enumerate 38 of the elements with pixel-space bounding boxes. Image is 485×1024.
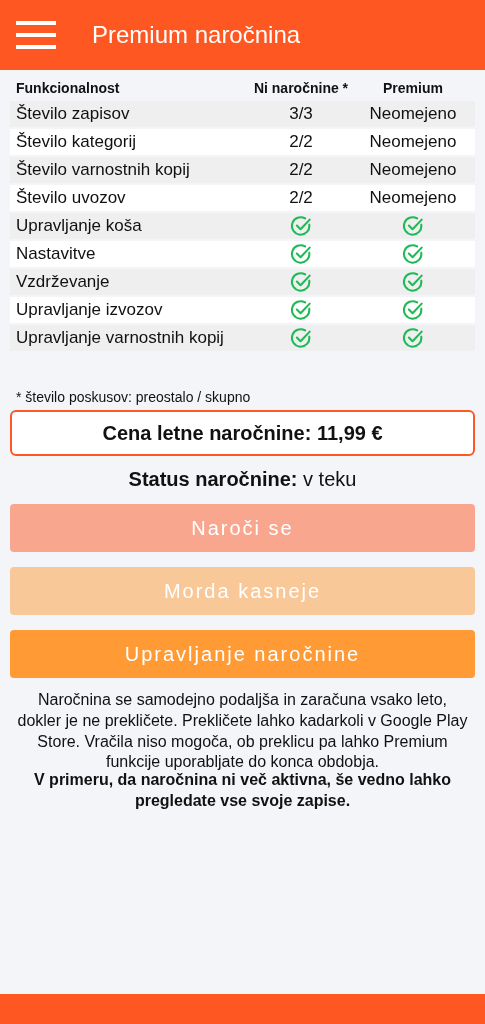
price-box: Cena letne naročnine: 11,99 € bbox=[10, 410, 475, 456]
check-circle-icon bbox=[290, 243, 312, 265]
check-circle-icon bbox=[290, 271, 312, 293]
check-circle-icon bbox=[402, 243, 424, 265]
feature-label: Število uvozov bbox=[16, 188, 126, 208]
action-button[interactable]: Upravljanje naročnine bbox=[10, 630, 475, 678]
check-circle-icon bbox=[402, 215, 424, 237]
feature-label: Upravljanje koša bbox=[16, 216, 142, 236]
table-cell-text: 2/2 bbox=[289, 159, 313, 182]
check-circle-icon bbox=[402, 271, 424, 293]
table-cell-text: Neomejeno bbox=[369, 187, 457, 210]
feature-label: Upravljanje varnostnih kopij bbox=[16, 328, 224, 348]
feature-label: Število zapisov bbox=[16, 104, 130, 124]
feature-label: Nastavitve bbox=[16, 244, 96, 264]
table-cell-text: 3/3 bbox=[289, 103, 313, 126]
footnote: * število poskusov: preostalo / skupno bbox=[16, 388, 252, 407]
table-cell-text: Neomejeno bbox=[369, 103, 457, 126]
check-circle-icon bbox=[290, 299, 312, 321]
column-header: Premium bbox=[383, 79, 443, 98]
menu-icon[interactable] bbox=[16, 21, 56, 49]
check-circle-icon bbox=[290, 215, 312, 237]
check-circle-icon bbox=[402, 327, 424, 349]
check-circle-icon bbox=[290, 327, 312, 349]
notice-text: Naročnina se samodejno podaljša in zaračuna vsako leto, dokler je ne prekličete. Prekličete lahko kadarkoli v Google Play Store. Vračila niso mogoča, ob preklicu pa lahko Premium funkcije uporabljate do konca obdobja. bbox=[16, 690, 469, 773]
check-circle-icon bbox=[402, 299, 424, 321]
subscription-status: Status naročnine: v teku bbox=[127, 467, 358, 492]
table-cell-text: Neomejeno bbox=[369, 131, 457, 154]
notice-bold-text: V primeru, da naročnina ni več aktivna, še vedno lahko pregledate vse svoje zapise. bbox=[33, 770, 452, 811]
column-header: Funkcionalnost bbox=[16, 80, 120, 96]
feature-label: Vzdrževanje bbox=[16, 272, 110, 292]
table-cell-text: Neomejeno bbox=[369, 159, 457, 182]
feature-label: Število kategorij bbox=[16, 132, 136, 152]
table-cell-text: 2/2 bbox=[289, 187, 313, 210]
feature-label: Upravljanje izvozov bbox=[16, 300, 163, 320]
screen-title: Premium naročnina bbox=[92, 20, 301, 50]
feature-label: Število varnostnih kopij bbox=[16, 160, 190, 180]
table-cell-text: 2/2 bbox=[289, 131, 313, 154]
column-header: Ni naročnine * bbox=[253, 79, 349, 98]
